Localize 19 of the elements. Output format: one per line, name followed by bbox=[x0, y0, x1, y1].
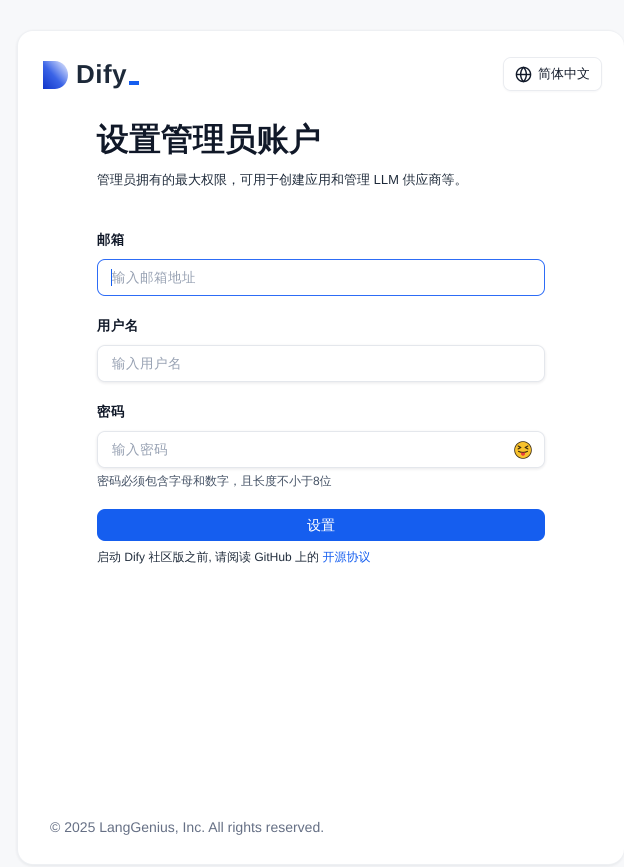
copyright-text: © 2025 LangGenius, Inc. All rights reserved. bbox=[50, 818, 324, 837]
page-title: 设置管理员账户 bbox=[97, 120, 322, 159]
license-link[interactable]: 开源协议 bbox=[322, 550, 370, 564]
setup-button[interactable]: 设置 bbox=[97, 509, 545, 541]
password-field[interactable]: 输入密码 bbox=[97, 431, 545, 468]
globe-icon bbox=[515, 66, 532, 82]
logo-cursor-icon bbox=[129, 81, 140, 85]
field-label: 密码 bbox=[97, 403, 126, 421]
password-hint-text: 密码必须包含字母和数字，且长度不小于8位 bbox=[97, 473, 333, 489]
tongue-face-icon[interactable] bbox=[514, 441, 532, 459]
field-label: 邮箱 bbox=[97, 231, 126, 249]
subtitle-text: 管理员拥有的最大权限，可用于创建应用和管理 LLM 供应商等。 bbox=[97, 171, 469, 189]
text-cursor-icon bbox=[111, 269, 112, 286]
license-notice-text: 启动 Dify 社区版之前, 请阅读 GitHub 上的 开源协议 bbox=[97, 549, 372, 566]
logo-mark-icon bbox=[43, 61, 69, 89]
logo-text: Dify bbox=[76, 59, 128, 89]
field-label: 用户名 bbox=[97, 317, 140, 335]
language-button[interactable]: 简体中文 bbox=[503, 57, 602, 91]
input-field[interactable]: 输入邮箱地址 bbox=[97, 259, 545, 296]
